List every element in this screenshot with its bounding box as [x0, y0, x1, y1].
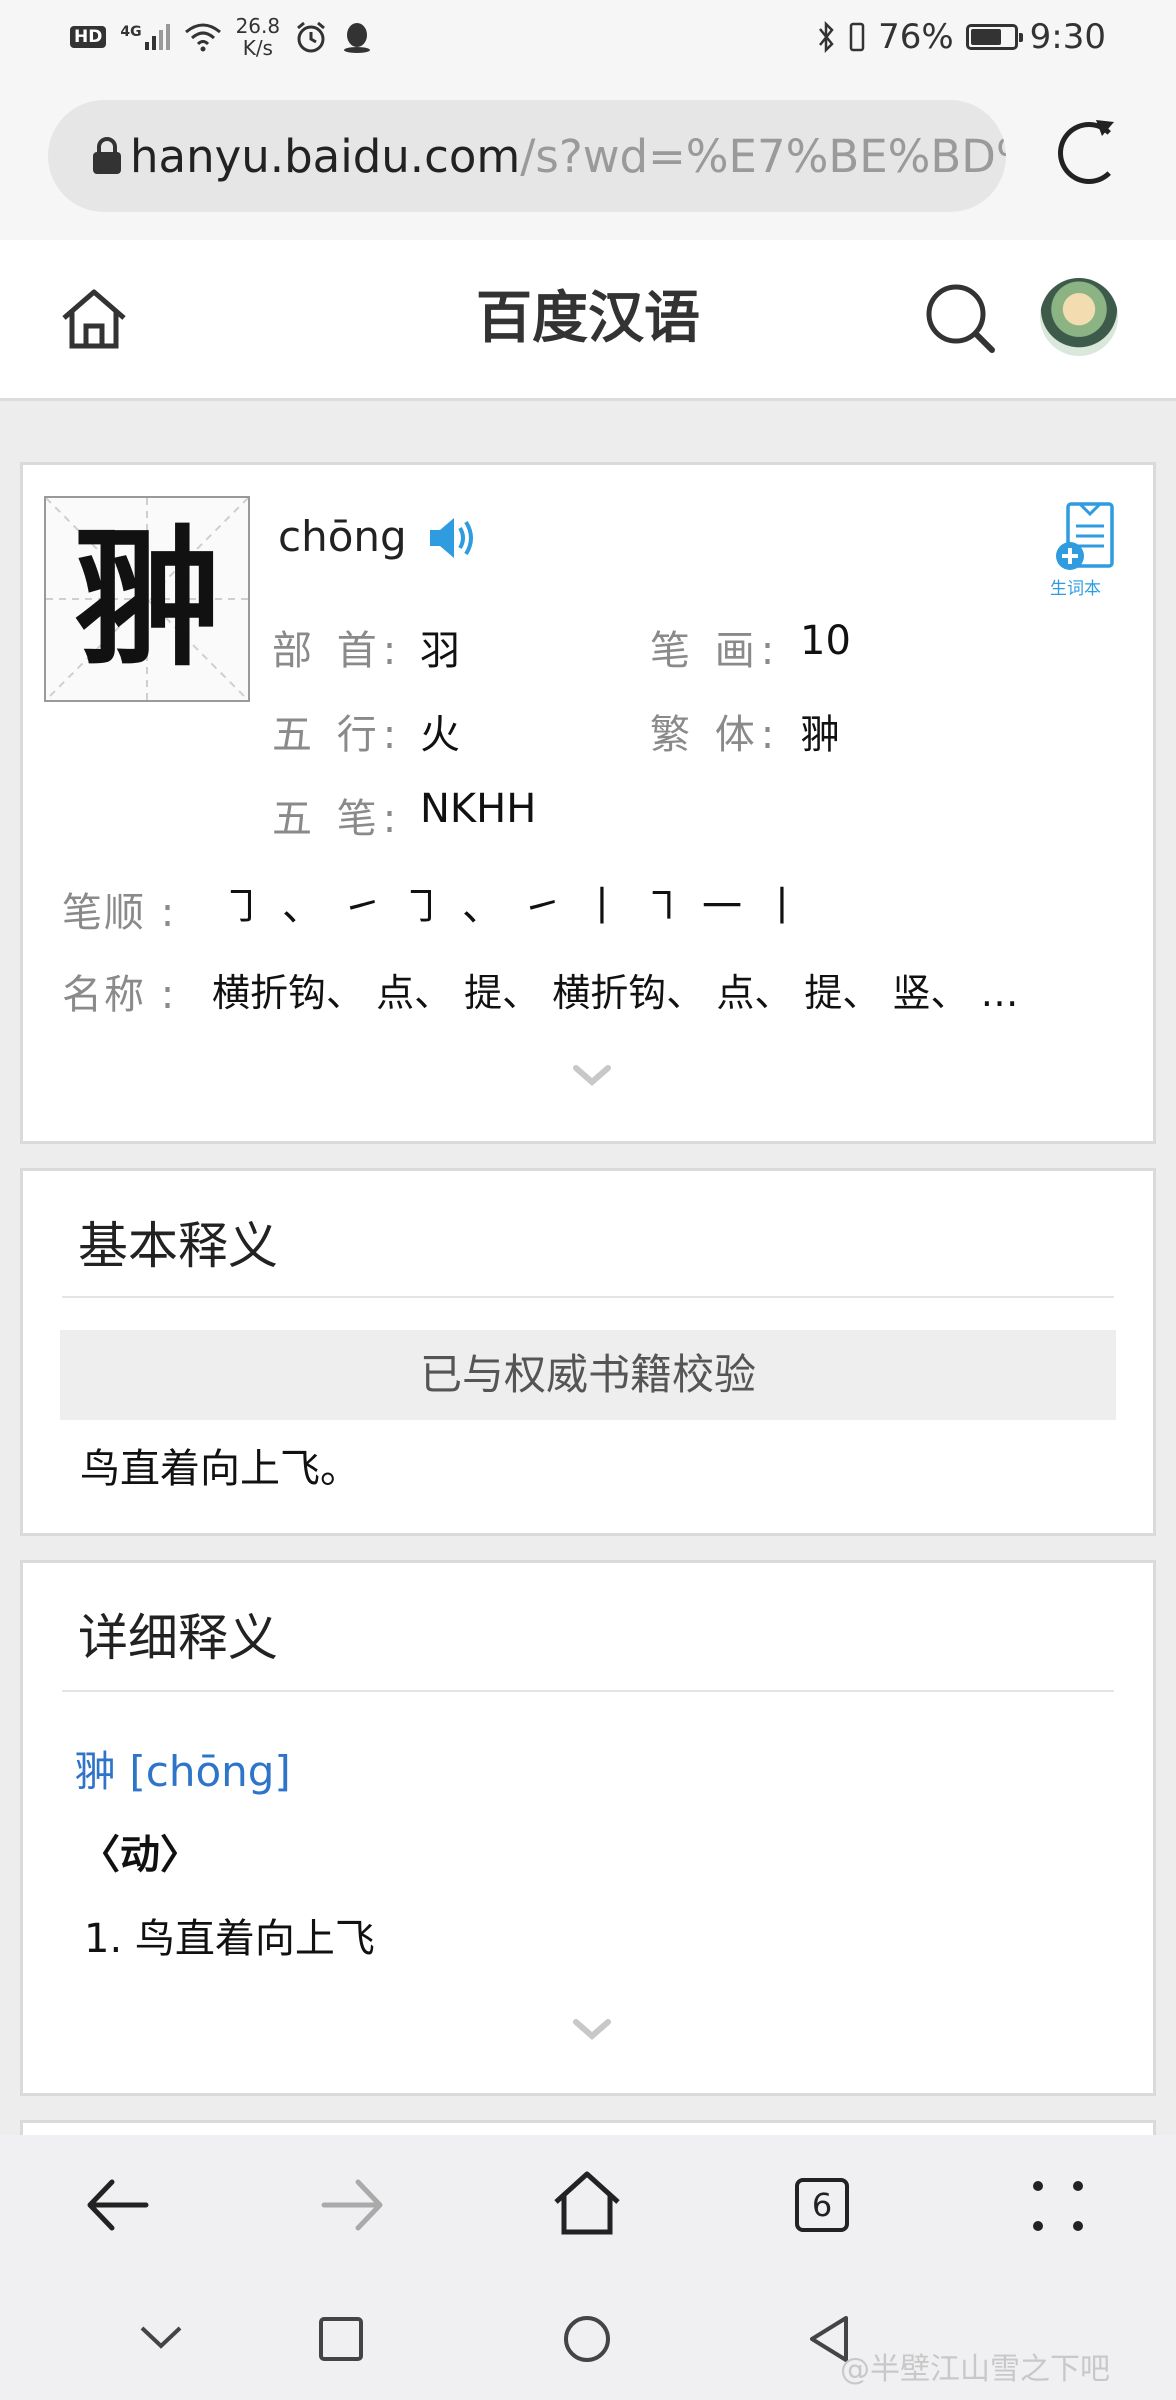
speed-value: 26.8	[235, 14, 281, 38]
stroke-glyph: 、	[282, 884, 322, 930]
status-left: HD 4G 26.8 K/s	[70, 12, 372, 62]
stroke-order-label: 笔顺 :	[62, 890, 177, 936]
vibrate-icon	[849, 22, 865, 52]
url-path: /s?wd=%E7%BE%BD%	[520, 129, 1006, 183]
home-nav-icon[interactable]	[552, 2170, 622, 2236]
qq-icon	[344, 23, 371, 53]
stroke-glyph: 、	[462, 884, 502, 930]
hd-badge: HD	[70, 26, 107, 48]
divider	[62, 1296, 1114, 1298]
recents-square-icon[interactable]	[318, 2316, 364, 2362]
vocabulary-book-label[interactable]: 生词本	[1050, 574, 1130, 599]
wuxing-label: 五 行:	[272, 712, 403, 758]
wifi-icon	[184, 23, 221, 52]
traditional-value: 翀	[800, 712, 840, 758]
radical-label: 部 首:	[272, 628, 403, 674]
stroke-glyph: ㇀	[522, 884, 562, 930]
pinyin: chōng	[278, 512, 407, 561]
back-arrow-icon[interactable]	[84, 2176, 150, 2234]
verified-banner: 已与权威书籍校验	[60, 1330, 1116, 1420]
part-of-speech: 〈动〉	[80, 1832, 200, 1878]
bluetooth-icon	[819, 20, 834, 54]
network-label: 4G	[120, 24, 142, 40]
basic-definition: 鸟直着向上飞。	[80, 1446, 360, 1492]
chevron-down-icon[interactable]	[572, 2010, 612, 2050]
basic-meaning-title: 基本释义	[78, 1217, 278, 1275]
battery-icon	[965, 24, 1023, 50]
battery-percent: 76%	[878, 17, 954, 57]
forward-arrow-icon[interactable]	[320, 2176, 386, 2234]
lock-icon	[93, 137, 121, 174]
stroke-glyph: 一	[702, 884, 742, 930]
avatar[interactable]	[1040, 278, 1118, 356]
character-grid: 翀	[44, 496, 250, 702]
detailed-definition-1: 1. 鸟直着向上飞	[84, 1916, 375, 1962]
search-icon[interactable]	[922, 280, 998, 356]
address-bar[interactable]: hanyu.baidu.com/s?wd=%E7%BE%BD%	[48, 100, 1006, 212]
collapse-chevron-icon[interactable]	[138, 2322, 184, 2352]
url-domain: hanyu.baidu.com	[130, 129, 521, 183]
battery-level	[970, 29, 1002, 45]
network-speed: 26.8 K/s	[236, 15, 281, 59]
stroke-glyph: 丨	[762, 884, 802, 930]
stroke-glyph: ㇆	[402, 884, 442, 930]
chevron-down-icon[interactable]	[572, 1056, 612, 1096]
stroke-glyph: ㇆	[222, 884, 262, 930]
home-circle-icon[interactable]	[562, 2314, 612, 2364]
stroke-glyph: ㇀	[342, 884, 382, 930]
speaker-icon[interactable]	[426, 514, 476, 562]
stroke-order: ㇆ 、 ㇀ ㇆ 、 ㇀ 丨 ㇕ 一 丨	[212, 878, 812, 936]
stroke-names-label: 名称 :	[62, 972, 177, 1018]
strokes-value: 10	[800, 618, 851, 664]
divider	[62, 1690, 1114, 1692]
strokes-label: 笔 画:	[650, 628, 781, 674]
stroke-glyph: 丨	[582, 884, 622, 930]
watermark: @半壁江山雪之下吧	[840, 2352, 1110, 2387]
wuxing-value: 火	[420, 712, 460, 758]
clock: 9:30	[1029, 17, 1106, 57]
url-text[interactable]: hanyu.baidu.com/s?wd=%E7%BE%BD%	[130, 130, 1006, 183]
stroke-names: 横折钩、 点、 提、 横折钩、 点、 提、 竖、 …	[212, 971, 1019, 1015]
menu-dots-icon[interactable]	[1030, 2178, 1086, 2234]
alarm-icon	[297, 21, 326, 53]
tabs-button[interactable]: 6	[795, 2178, 849, 2232]
reload-arrow-icon	[1096, 120, 1114, 136]
wubi-value: NKHH	[420, 786, 537, 832]
wubi-label: 五 笔:	[272, 796, 403, 842]
traditional-label: 繁 体:	[650, 712, 781, 758]
detailed-meaning-title: 详细释义	[78, 1609, 278, 1667]
radical-value: 羽	[420, 628, 460, 674]
vocabulary-book-icon[interactable]	[1054, 500, 1118, 572]
page-title: 百度汉语	[476, 286, 700, 351]
signal-icon: 4G	[120, 24, 170, 50]
status-right: 76% 9:30	[816, 12, 1106, 62]
stroke-glyph: ㇕	[642, 884, 682, 930]
main-character: 翀	[71, 511, 222, 687]
speed-unit: K/s	[242, 36, 273, 60]
headword-link[interactable]: 翀 [chōng]	[74, 1738, 291, 1799]
